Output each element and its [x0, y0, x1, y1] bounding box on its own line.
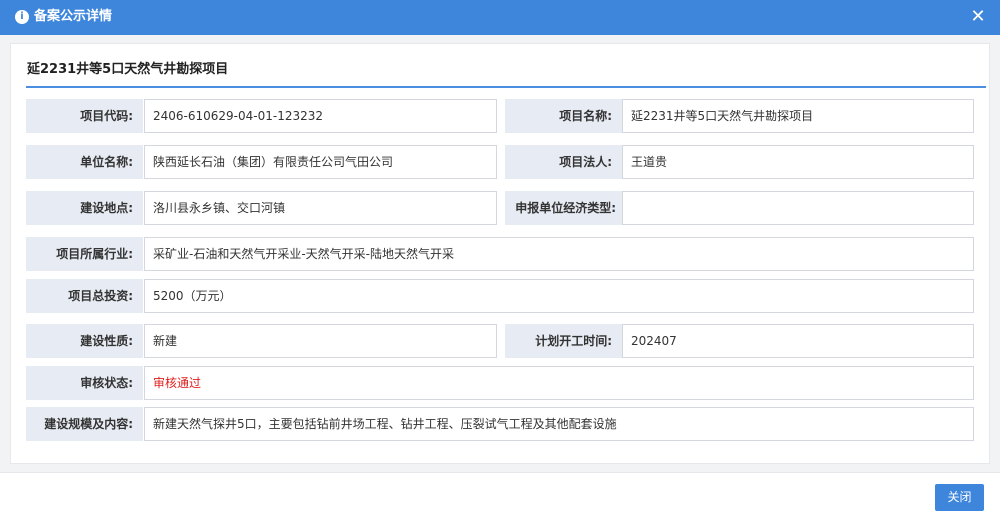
info-icon: i: [15, 10, 29, 24]
legal-person-label: 项目法人:: [505, 145, 622, 179]
review-status-value: 审核通过: [144, 366, 974, 400]
field-row: 项目总投资: 5200（万元）: [26, 279, 986, 313]
field-row: 审核状态: 审核通过: [26, 366, 986, 400]
start-time-label: 计划开工时间:: [505, 324, 622, 358]
close-button[interactable]: 关闭: [935, 484, 984, 511]
nature-label: 建设性质:: [26, 324, 143, 358]
project-code-label: 项目代码:: [26, 99, 143, 133]
project-name-value: 延2231井等5口天然气井勘探项目: [622, 99, 974, 133]
industry-value: 采矿业-石油和天然气开采业-天然气开采-陆地天然气开采: [144, 237, 974, 271]
dialog-footer: [0, 472, 1000, 522]
nature-value: 新建: [144, 324, 497, 358]
close-icon[interactable]: ✕: [968, 6, 988, 28]
field-row: 项目所属行业: 采矿业-石油和天然气开采业-天然气开采-陆地天然气开采: [26, 237, 986, 271]
investment-value: 5200（万元）: [144, 279, 974, 313]
location-value: 洛川县永乡镇、交口河镇: [144, 191, 497, 225]
investment-label: 项目总投资:: [26, 279, 143, 313]
field-row: 建设性质: 新建 计划开工时间: 202407: [26, 324, 986, 358]
field-row: 项目代码: 2406-610629-04-01-123232 项目名称: 延22…: [26, 99, 986, 133]
project-code-value: 2406-610629-04-01-123232: [144, 99, 497, 133]
location-label: 建设地点:: [26, 191, 143, 225]
start-time-value: 202407: [622, 324, 974, 358]
economic-type-label: 申报单位经济类型:: [505, 191, 622, 225]
project-name-label: 项目名称:: [505, 99, 622, 133]
field-row: 建设地点: 洛川县永乡镇、交口河镇 申报单位经济类型:: [26, 191, 986, 225]
dialog-title: 备案公示详情: [34, 9, 113, 24]
legal-person-value: 王道贵: [622, 145, 974, 179]
industry-label: 项目所属行业:: [26, 237, 143, 271]
record-detail-dialog: i 备案公示详情 ✕ 延2231井等5口天然气井勘探项目 项目代码: 2406-…: [0, 0, 1000, 522]
project-title: 延2231井等5口天然气井勘探项目: [27, 62, 229, 77]
scale-label: 建设规模及内容:: [26, 407, 143, 441]
dialog-content: 延2231井等5口天然气井勘探项目 项目代码: 2406-610629-04-0…: [10, 43, 990, 464]
dialog-titlebar: i 备案公示详情 ✕: [0, 0, 1000, 35]
economic-type-value: [622, 191, 974, 225]
scale-value: 新建天然气探井5口，主要包括钻前井场工程、钻井工程、压裂试气工程及其他配套设施: [144, 407, 974, 441]
unit-name-label: 单位名称:: [26, 145, 143, 179]
review-status-label: 审核状态:: [26, 366, 143, 400]
field-row: 建设规模及内容: 新建天然气探井5口，主要包括钻前井场工程、钻井工程、压裂试气工…: [26, 407, 986, 441]
project-header: 延2231井等5口天然气井勘探项目: [26, 44, 986, 88]
field-row: 单位名称: 陕西延长石油（集团）有限责任公司气田公司 项目法人: 王道贵: [26, 145, 986, 179]
unit-name-value: 陕西延长石油（集团）有限责任公司气田公司: [144, 145, 497, 179]
